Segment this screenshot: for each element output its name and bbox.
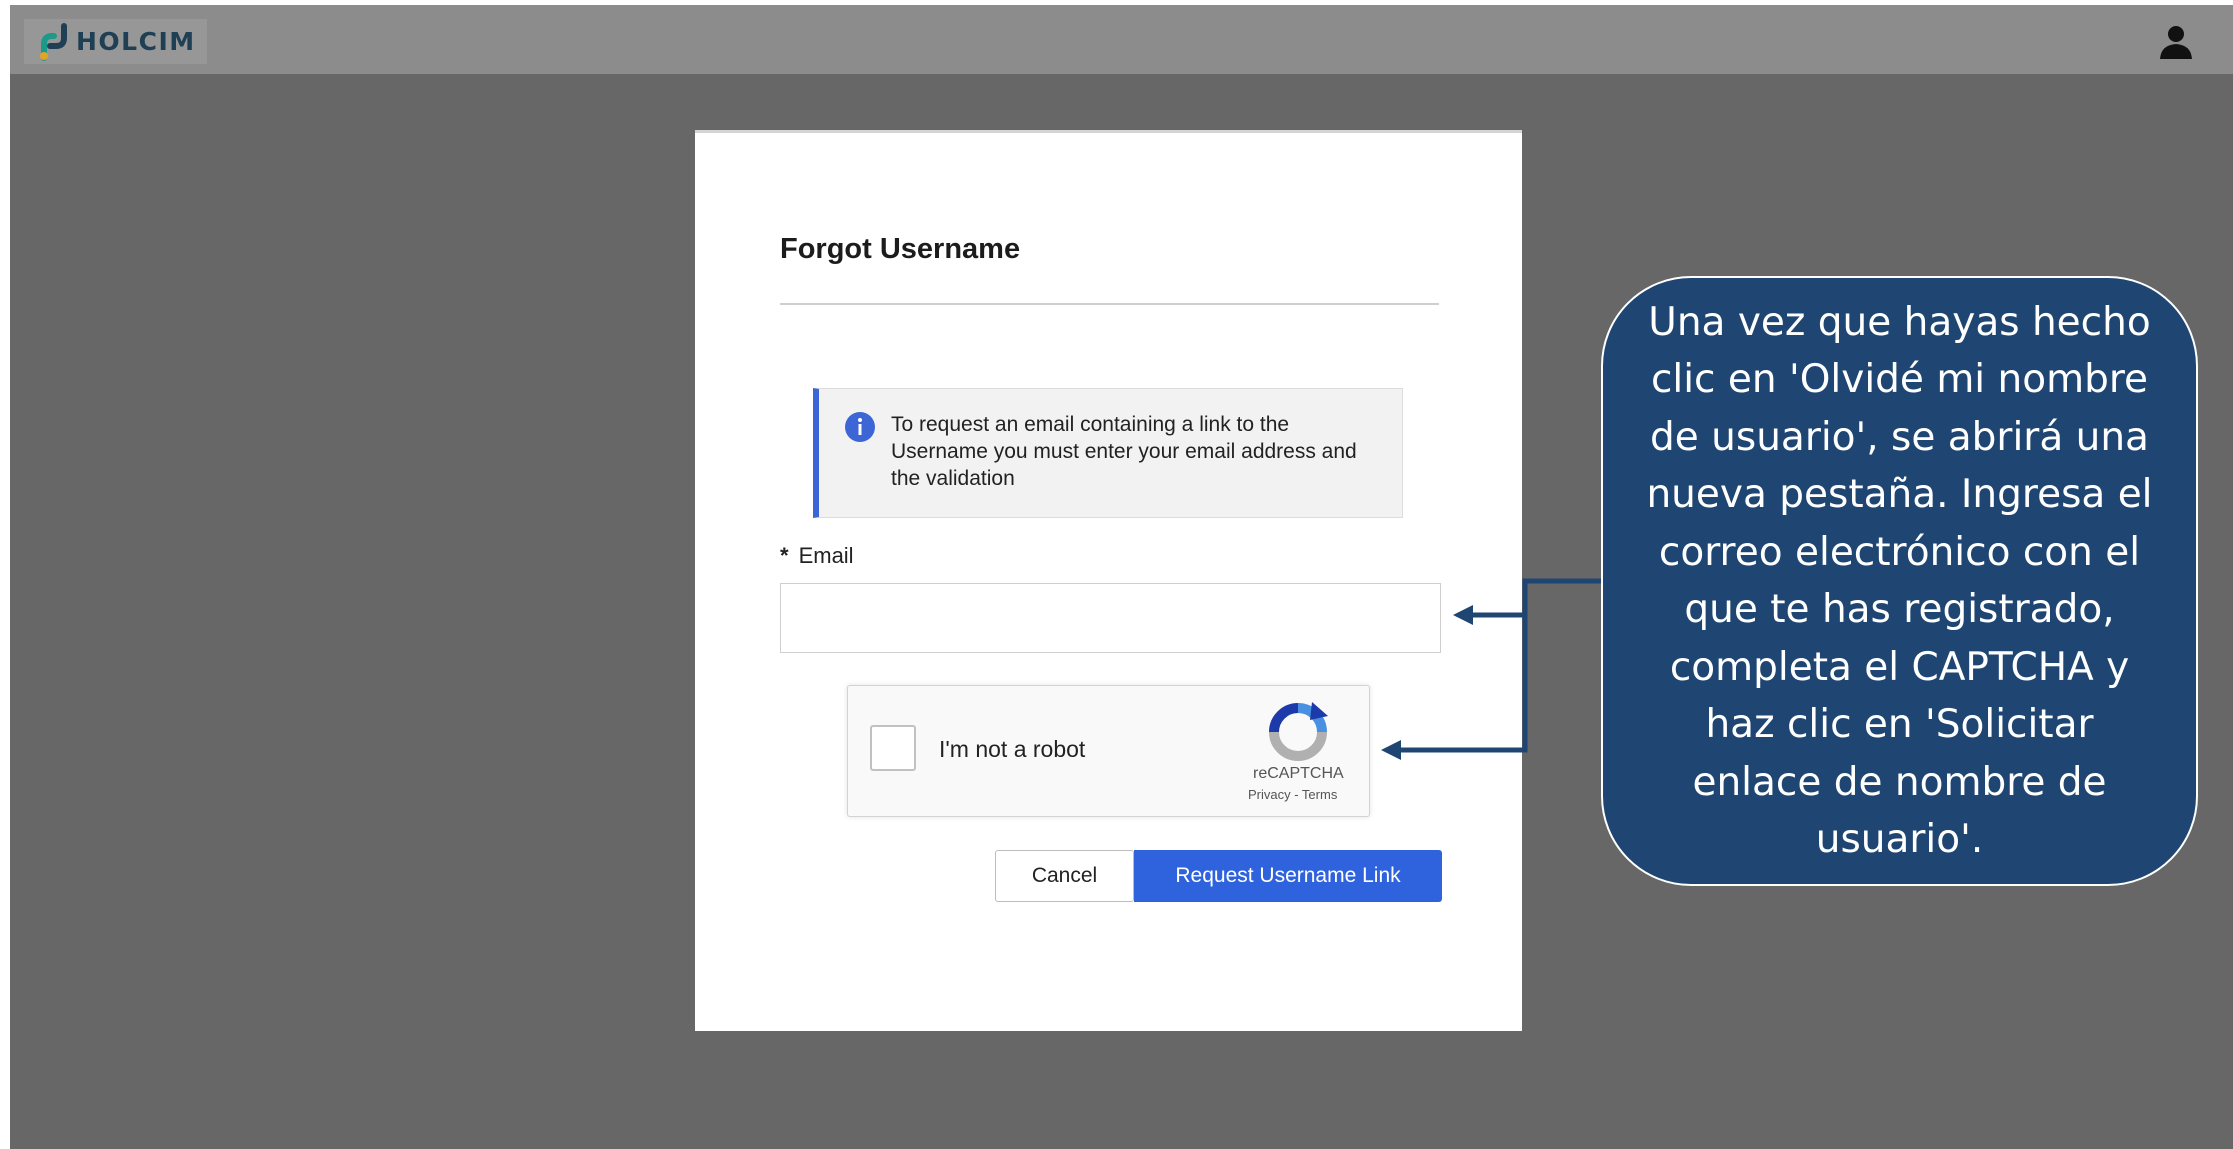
callout-text: Una vez que hayas hecho clic en 'Olvidé … — [1646, 299, 2153, 863]
recaptcha-label: I'm not a robot — [939, 736, 1086, 762]
forgot-username-card: Forgot Username To request an email cont… — [695, 130, 1522, 1031]
logo-wordmark: HOLCIM — [76, 27, 196, 56]
title-divider — [780, 303, 1439, 305]
required-marker: * — [780, 543, 789, 568]
page-title: Forgot Username — [780, 233, 1021, 265]
info-text: To request an email containing a link to… — [891, 413, 1357, 490]
email-label: * Email — [780, 543, 854, 569]
recaptcha-widget: I'm not a robot reCAPTCHA Privacy - Term… — [847, 685, 1370, 817]
info-icon — [845, 412, 875, 442]
recaptcha-checkbox[interactable] — [870, 725, 916, 771]
holcim-logo[interactable]: HOLCIM — [24, 19, 207, 64]
recaptcha-brand: reCAPTCHA — [1253, 765, 1344, 782]
info-notice: To request an email containing a link to… — [813, 388, 1403, 518]
user-icon[interactable] — [2158, 23, 2194, 61]
holcim-logo-mark-icon — [40, 22, 67, 61]
top-bar: HOLCIM — [10, 5, 2233, 74]
email-field[interactable] — [780, 583, 1441, 653]
cancel-button[interactable]: Cancel — [995, 850, 1134, 902]
recaptcha-logo-icon — [1269, 702, 1328, 761]
instruction-callout: Una vez que hayas hecho clic en 'Olvidé … — [1601, 276, 2198, 886]
recaptcha-privacy-terms-link[interactable]: Privacy - Terms — [1248, 787, 1337, 802]
request-username-link-button[interactable]: Request Username Link — [1134, 850, 1442, 902]
email-label-text: Email — [798, 543, 854, 568]
